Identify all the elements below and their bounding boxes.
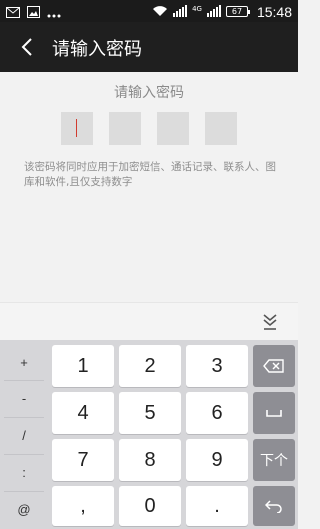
key-plus[interactable]: +	[4, 346, 44, 378]
image-icon	[27, 3, 40, 22]
enter-button[interactable]	[253, 486, 295, 526]
enter-icon	[265, 500, 282, 513]
pin-digit-box[interactable]	[61, 112, 93, 145]
pin-digit-box[interactable]	[109, 112, 141, 145]
hide-keyboard-icon	[263, 314, 277, 330]
key-9[interactable]: 9	[186, 439, 248, 481]
key-6[interactable]: 6	[186, 392, 248, 434]
key-slash[interactable]: /	[4, 419, 44, 451]
divider	[4, 454, 44, 455]
signal-icon	[173, 2, 188, 21]
divider	[4, 491, 44, 492]
backspace-button[interactable]	[253, 345, 295, 387]
key-at[interactable]: @	[4, 493, 44, 525]
divider	[4, 380, 44, 381]
key-7[interactable]: 7	[52, 439, 114, 481]
hide-keyboard-button[interactable]	[260, 312, 280, 332]
password-entry-panel: 请输入密码 该密码将同时应用于加密短信、通话记录、联系人、图库和软件,且仅支持数…	[0, 72, 298, 302]
key-minus[interactable]: -	[4, 382, 44, 414]
key-5[interactable]: 5	[119, 392, 181, 434]
wifi-icon	[152, 2, 168, 21]
key-0[interactable]: 0	[119, 486, 181, 526]
signal-icon-2	[206, 2, 221, 21]
key-3[interactable]: 3	[186, 345, 248, 387]
status-bar: 4G 67 15:48	[0, 0, 298, 22]
key-1[interactable]: 1	[52, 345, 114, 387]
numeric-keyboard: + - / : @ 1 2 3 4 5 6 7 8 9 , 0 . 下个	[0, 340, 298, 529]
back-arrow-icon	[21, 38, 32, 56]
page-title: 请输入密码	[52, 39, 142, 60]
key-2[interactable]: 2	[119, 345, 181, 387]
battery-icon: 67	[225, 6, 250, 17]
back-button[interactable]	[14, 34, 40, 60]
password-prompt: 请输入密码	[114, 85, 184, 101]
keyboard-toolbar	[0, 302, 298, 340]
pin-digit-box[interactable]	[205, 112, 237, 145]
key-colon[interactable]: :	[4, 456, 44, 488]
password-note: 该密码将同时应用于加密短信、通话记录、联系人、图库和软件,且仅支持数字	[24, 161, 276, 188]
pin-digit-box[interactable]	[157, 112, 189, 145]
key-4[interactable]: 4	[52, 392, 114, 434]
space-icon	[266, 410, 282, 417]
key-8[interactable]: 8	[119, 439, 181, 481]
next-button[interactable]: 下个	[253, 439, 295, 481]
clock: 15:48	[256, 3, 292, 20]
divider	[4, 417, 44, 418]
more-notifications-icon	[47, 3, 61, 22]
key-period[interactable]: .	[186, 486, 248, 526]
key-comma[interactable]: ,	[52, 486, 114, 526]
text-caret	[76, 119, 77, 137]
space-button[interactable]	[253, 392, 295, 434]
mail-icon	[6, 3, 20, 22]
pin-input[interactable]	[61, 112, 237, 145]
app-bar: 请输入密码	[0, 22, 298, 72]
backspace-icon	[263, 359, 284, 373]
network-4g-icon: 4G	[192, 4, 202, 13]
